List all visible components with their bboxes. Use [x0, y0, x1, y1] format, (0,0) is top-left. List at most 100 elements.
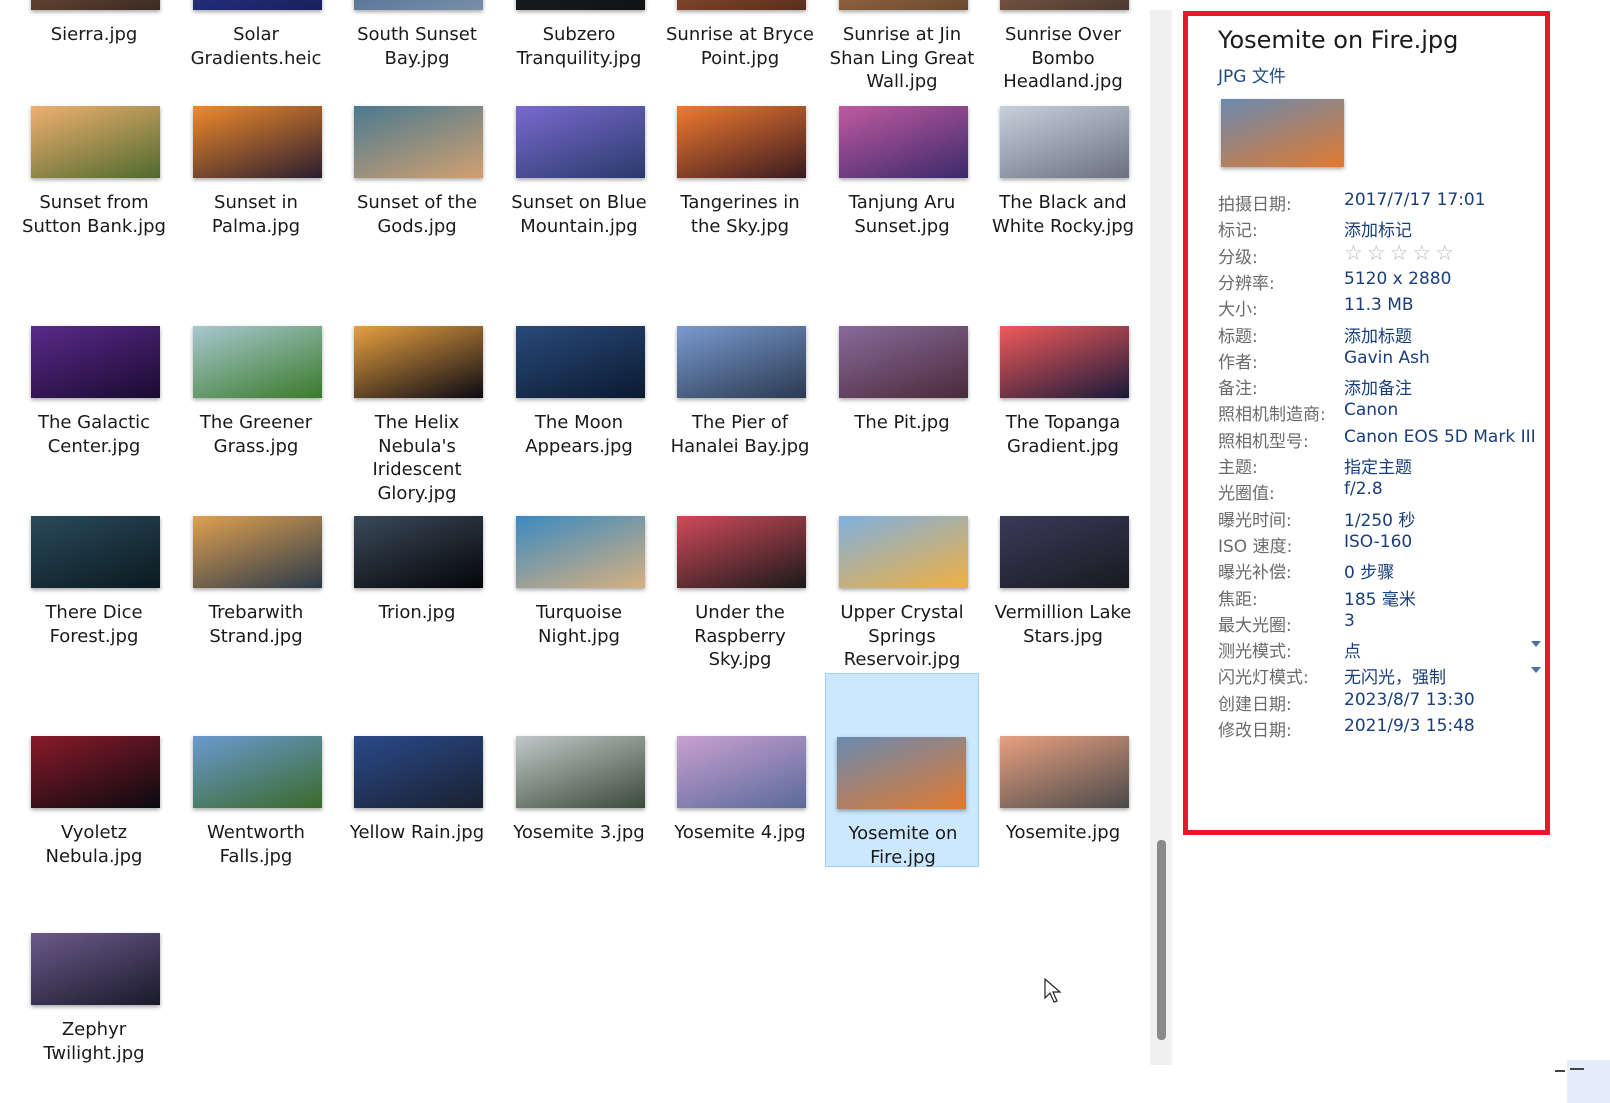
file-thumbnail: [839, 326, 968, 398]
file-name-label: Solar Gradients.heic: [190, 24, 322, 69]
file-item[interactable]: The Pit.jpg: [827, 312, 977, 502]
property-value[interactable]: 11.3 MB: [1344, 295, 1414, 315]
file-thumbnail: [1000, 516, 1129, 588]
property-value[interactable]: 3: [1344, 611, 1355, 631]
property-row: 大小: 11.3 MB: [1218, 295, 1548, 321]
property-value[interactable]: 指定主题: [1344, 453, 1412, 478]
property-row: 曝光时间: 1/250 秒: [1218, 506, 1548, 532]
file-name-label: There Dice Forest.jpg: [45, 602, 143, 647]
details-file-name: Yosemite on Fire.jpg: [1218, 26, 1459, 54]
property-label: 分级:: [1218, 247, 1258, 268]
file-item[interactable]: Yosemite 3.jpg: [504, 673, 654, 863]
file-name-label: Sunrise at Jin Shan Ling Great Wall.jpg: [829, 24, 975, 92]
property-value[interactable]: 5120 x 2880: [1344, 269, 1451, 289]
chevron-down-icon[interactable]: [1531, 667, 1541, 674]
property-label: 大小:: [1218, 300, 1258, 321]
file-item[interactable]: Tangerines in the Sky.jpg: [665, 92, 815, 282]
file-item[interactable]: The Black and White Rocky.jpg: [988, 92, 1138, 282]
property-value[interactable]: 0 步骤: [1344, 558, 1394, 583]
file-thumbnail: [31, 736, 160, 808]
file-item[interactable]: The Greener Grass.jpg: [181, 312, 331, 502]
property-value[interactable]: 185 毫米: [1344, 585, 1416, 610]
rating-stars[interactable]: ☆☆☆☆☆: [1344, 241, 1458, 265]
file-item[interactable]: Yellow Rain.jpg: [342, 673, 492, 863]
file-name-label: Tangerines in the Sky.jpg: [680, 192, 800, 237]
property-value[interactable]: 2017/7/17 17:01: [1344, 190, 1486, 210]
file-thumbnail: [1000, 106, 1129, 178]
file-item[interactable]: Yosemite 4.jpg: [665, 673, 815, 863]
file-thumbnail: [839, 516, 968, 588]
property-label: 拍摄日期:: [1218, 195, 1292, 215]
file-item[interactable]: Trion.jpg: [342, 502, 492, 692]
property-value[interactable]: 点: [1344, 637, 1361, 662]
property-row: 照相机制造商: Canon: [1218, 400, 1548, 426]
scrollbar-thumb[interactable]: [1157, 840, 1166, 1040]
file-name-label: The Black and White Rocky.jpg: [991, 192, 1135, 237]
file-item[interactable]: Yosemite.jpg: [988, 673, 1138, 863]
property-value[interactable]: 1/250 秒: [1344, 506, 1415, 531]
property-label: 修改日期:: [1218, 721, 1292, 741]
property-value[interactable]: 无闪光，强制: [1344, 663, 1446, 688]
property-row: 最大光圈: 3: [1218, 611, 1548, 637]
file-item[interactable]: Vermillion Lake Stars.jpg: [988, 502, 1138, 692]
file-thumbnail: [837, 737, 966, 809]
file-name-label: Trion.jpg: [378, 602, 456, 623]
file-thumbnail: [516, 106, 645, 178]
property-value[interactable]: 添加标记: [1344, 216, 1412, 241]
property-row: 焦距: 185 毫米: [1218, 585, 1548, 611]
file-item[interactable]: Yosemite on Fire.jpg: [825, 673, 979, 868]
property-row: 修改日期: 2021/9/3 15:48: [1218, 716, 1548, 742]
property-label: 标记:: [1218, 221, 1258, 242]
property-value[interactable]: 2021/9/3 15:48: [1344, 716, 1475, 736]
file-name-label: Sunset of the Gods.jpg: [356, 192, 478, 237]
file-name-label: Tanjung Aru Sunset.jpg: [848, 192, 956, 237]
file-name-label: Wentworth Falls.jpg: [207, 822, 305, 867]
file-thumbnail: [516, 736, 645, 808]
property-value[interactable]: 2023/8/7 13:30: [1344, 690, 1475, 710]
file-item[interactable]: Tanjung Aru Sunset.jpg: [827, 92, 977, 282]
file-name-label: Trebarwith Strand.jpg: [208, 602, 304, 647]
file-item[interactable]: Vyoletz Nebula.jpg: [19, 673, 169, 867]
file-item[interactable]: The Helix Nebula's Iridescent Glory.jpg: [342, 312, 492, 504]
file-item[interactable]: The Galactic Center.jpg: [19, 312, 169, 502]
file-item[interactable]: Under the Raspberry Sky.jpg: [665, 502, 815, 692]
vertical-scrollbar[interactable]: [1150, 10, 1172, 1065]
property-value[interactable]: ISO-160: [1344, 532, 1412, 552]
file-item[interactable]: Turquoise Night.jpg: [504, 502, 654, 692]
chevron-down-icon[interactable]: [1531, 641, 1541, 648]
property-value[interactable]: Canon: [1344, 400, 1398, 420]
file-item[interactable]: The Moon Appears.jpg: [504, 312, 654, 502]
file-item[interactable]: The Pier of Hanalei Bay.jpg: [665, 312, 815, 502]
view-toggle-icon[interactable]: [1555, 1060, 1610, 1103]
file-name-label: Sunset from Sutton Bank.jpg: [22, 192, 166, 237]
file-item[interactable]: Wentworth Falls.jpg: [181, 673, 331, 867]
details-pane: Yosemite on Fire.jpg JPG 文件 拍摄日期: 2017/7/…: [1183, 11, 1550, 835]
property-row: 测光模式: 点: [1218, 637, 1548, 663]
file-item[interactable]: Upper Crystal Springs Reservoir.jpg: [827, 502, 977, 692]
property-row: 标记: 添加标记: [1218, 216, 1548, 242]
file-name-label: Vermillion Lake Stars.jpg: [994, 602, 1132, 647]
property-label: ISO 速度:: [1218, 536, 1293, 557]
property-value[interactable]: Gavin Ash: [1344, 348, 1430, 368]
property-row: ISO 速度: ISO-160: [1218, 532, 1548, 558]
property-value[interactable]: Canon EOS 5D Mark III: [1344, 427, 1536, 447]
file-thumbnail: [193, 516, 322, 588]
file-item[interactable]: Sunset in Palma.jpg: [181, 92, 331, 282]
property-row: 分级: ☆☆☆☆☆: [1218, 241, 1548, 269]
file-item[interactable]: There Dice Forest.jpg: [19, 502, 169, 692]
file-item[interactable]: The Topanga Gradient.jpg: [988, 312, 1138, 502]
file-item[interactable]: Sunset of the Gods.jpg: [342, 92, 492, 282]
property-value[interactable]: 添加备注: [1344, 374, 1412, 399]
property-value[interactable]: f/2.8: [1344, 479, 1383, 499]
file-grid: Sierra.jpg Solar Gradients.heic South Suns…: [0, 0, 1150, 1103]
file-item[interactable]: Trebarwith Strand.jpg: [181, 502, 331, 692]
file-item[interactable]: Sunset from Sutton Bank.jpg: [19, 92, 169, 282]
file-name-label: Vyoletz Nebula.jpg: [45, 822, 143, 867]
file-thumbnail: [193, 106, 322, 178]
property-row: 拍摄日期: 2017/7/17 17:01: [1218, 190, 1548, 216]
file-name-label: Yosemite on Fire.jpg: [848, 823, 958, 868]
file-item[interactable]: Zephyr Twilight.jpg: [19, 920, 169, 1103]
file-thumbnail: [31, 326, 160, 398]
property-value[interactable]: 添加标题: [1344, 322, 1412, 347]
file-item[interactable]: Sunset on Blue Mountain.jpg: [504, 92, 654, 282]
